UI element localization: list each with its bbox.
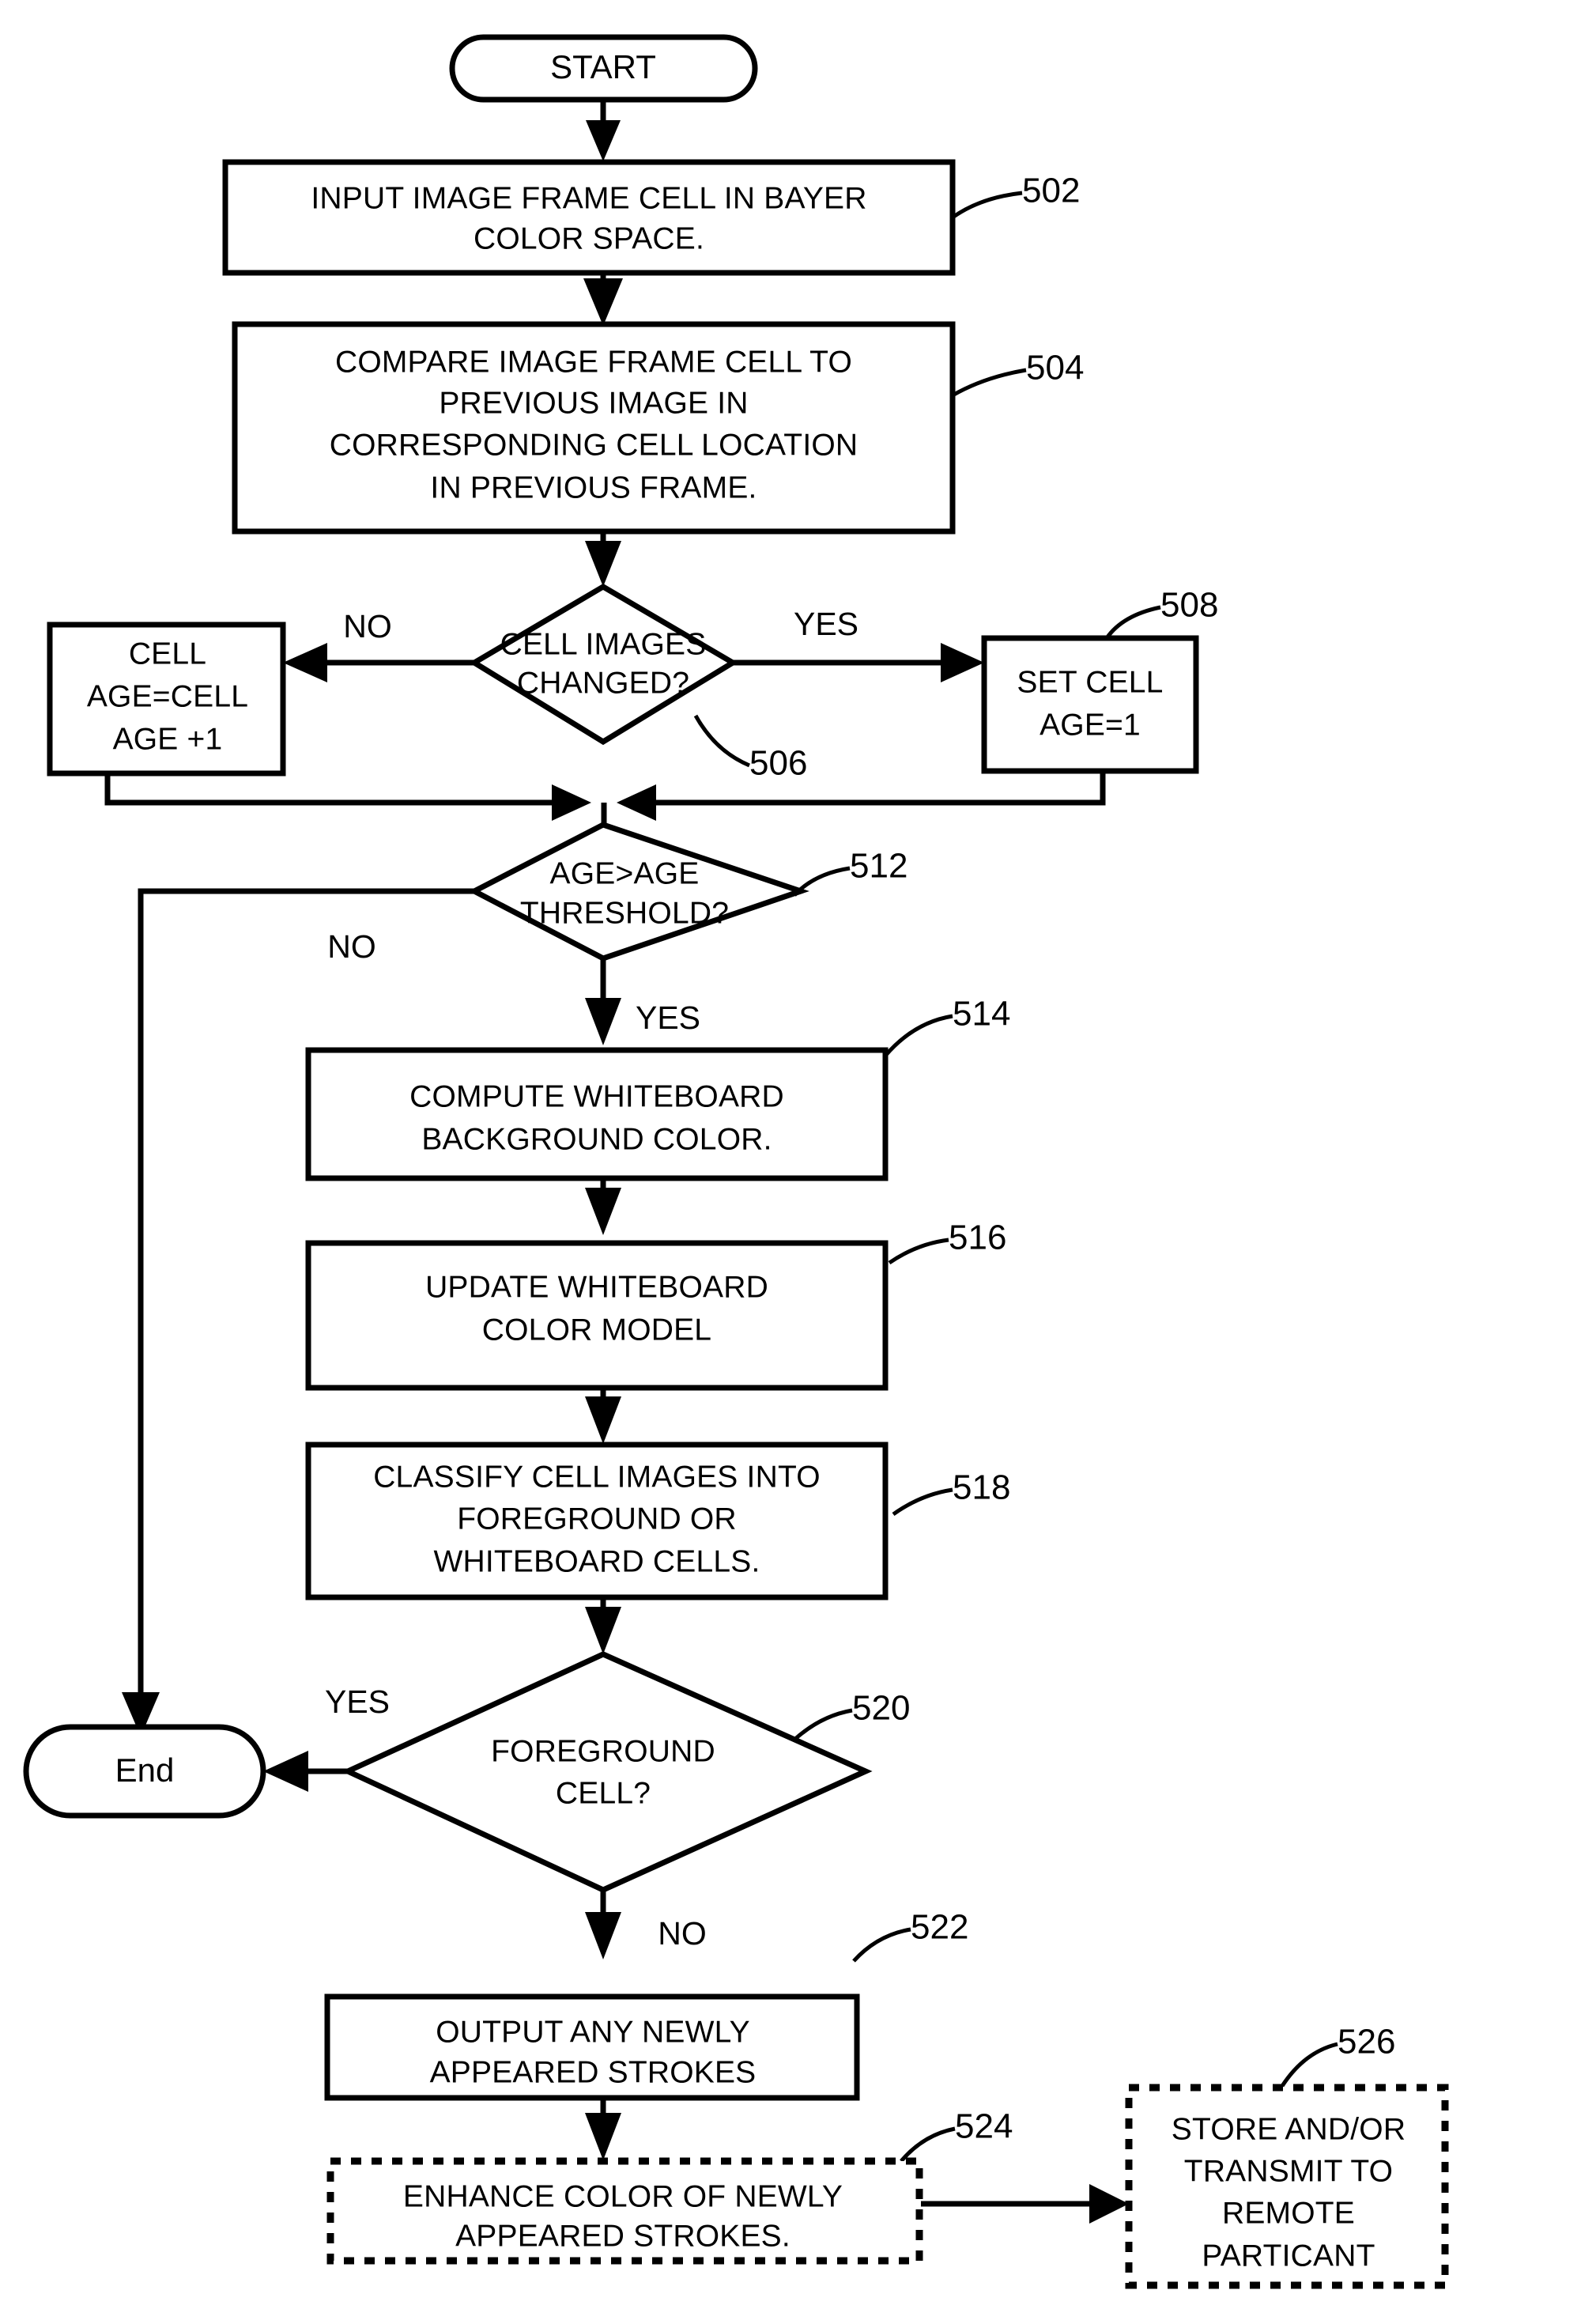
ref-504: 504 — [1026, 349, 1084, 387]
node-522-line1: OUTPUT ANY NEWLY — [436, 2015, 750, 2049]
node-506-line2: CHANGED? — [517, 666, 689, 700]
ref-526: 526 — [1338, 2023, 1395, 2061]
start-label: START — [550, 48, 656, 85]
node-512-line1: AGE>AGE — [550, 856, 700, 890]
ref-518: 518 — [953, 1468, 1010, 1507]
ref-514: 514 — [953, 995, 1010, 1034]
node-502-line2: COLOR SPACE. — [474, 221, 704, 255]
connector-506-no-to-cellage — [283, 643, 474, 682]
node-514-shape — [305, 1047, 889, 1181]
leader-508 — [1104, 605, 1161, 640]
node-504-line1: COMPARE IMAGE FRAME CELL TO — [335, 345, 852, 379]
branch-label-512-yes: YES — [636, 1000, 700, 1036]
ref-524: 524 — [955, 2107, 1013, 2146]
node-516-line1: UPDATE WHITEBOARD — [425, 1270, 768, 1304]
node-514-line2: BACKGROUND COLOR. — [421, 1122, 772, 1156]
node-520-line2: CELL? — [556, 1776, 651, 1810]
branch-label-506-no: NO — [343, 608, 392, 644]
leader-520 — [793, 1708, 853, 1741]
ref-502: 502 — [1022, 172, 1080, 210]
branch-label-520-no: NO — [658, 1915, 707, 1952]
node-504-line3: CORRESPONDING CELL LOCATION — [330, 428, 858, 462]
ref-520: 520 — [852, 1689, 910, 1728]
connector-518-to-520 — [585, 1597, 621, 1654]
node-502-shape — [222, 159, 956, 276]
node-502-line1: INPUT IMAGE FRAME CELL IN BAYER — [311, 181, 866, 215]
node-512-shape — [468, 822, 809, 962]
node-508-line2: AGE=1 — [1040, 708, 1141, 742]
node-504: COMPARE IMAGE FRAME CELL TO PREVIOUS IMA… — [232, 321, 1084, 535]
node-522: OUTPUT ANY NEWLY APPEARED STROKES 522 — [324, 1908, 968, 2101]
node-512-line2: THRESHOLD? — [520, 896, 729, 930]
node-start: START — [449, 34, 758, 103]
connector-524-to-526 — [921, 2184, 1129, 2224]
connector-cellage-to-merge — [104, 773, 591, 821]
node-526-line2: TRANSMIT TO — [1184, 2154, 1393, 2188]
leader-524 — [900, 2126, 956, 2163]
node-506-line1: CELL IMAGES — [500, 627, 707, 661]
ref-512: 512 — [850, 847, 907, 886]
node-526: STORE AND/OR TRANSMIT TO REMOTE PARTICAN… — [1125, 2023, 1449, 2289]
node-512: AGE>AGE THRESHOLD? 512 — [468, 822, 907, 962]
branch-label-512-no: NO — [327, 928, 376, 965]
connector-504-to-506 — [585, 531, 621, 587]
connector-522-to-524 — [585, 2098, 621, 2160]
node-504-line2: PREVIOUS IMAGE IN — [439, 386, 748, 420]
connector-514-to-516 — [585, 1178, 621, 1235]
leader-518 — [892, 1487, 953, 1517]
branch-label-506-yes: YES — [794, 606, 858, 642]
node-end: End — [23, 1724, 266, 1819]
leader-516 — [888, 1238, 949, 1265]
node-508-shape — [981, 635, 1199, 774]
node-524-line1: ENHANCE COLOR OF NEWLY — [403, 2179, 843, 2213]
connector-start-to-502 — [586, 100, 621, 161]
node-518-line2: FOREGROUND OR — [457, 1502, 737, 1536]
node-cell-age-increment: CELL AGE=CELL AGE +1 — [47, 622, 286, 777]
node-514-line1: COMPUTE WHITEBOARD — [409, 1079, 784, 1113]
node-502: INPUT IMAGE FRAME CELL IN BAYER COLOR SP… — [222, 159, 1080, 276]
leader-526 — [1280, 2042, 1338, 2088]
node-504-line4: IN PREVIOUS FRAME. — [430, 470, 757, 504]
node-524-line2: APPEARED STROKES. — [455, 2219, 790, 2253]
leader-504 — [951, 368, 1027, 398]
flowchart-svg: START INPUT IMAGE FRAME CELL IN BAYER CO… — [23, 34, 1449, 2289]
node-518-line3: WHITEBOARD CELLS. — [434, 1544, 760, 1578]
node-526-line4: PARTICANT — [1202, 2239, 1375, 2273]
node-cell-age-line1: CELL — [129, 637, 206, 671]
node-516-line2: COLOR MODEL — [482, 1313, 711, 1347]
connector-502-to-504 — [583, 273, 623, 326]
ref-508: 508 — [1160, 586, 1218, 625]
leader-522 — [852, 1927, 911, 1963]
node-522-line2: APPEARED STROKES — [430, 2055, 757, 2089]
ref-516: 516 — [949, 1219, 1006, 1257]
node-518: CLASSIFY CELL IMAGES INTO FOREGROUND OR … — [305, 1442, 1010, 1600]
node-508-line1: SET CELL — [1017, 665, 1163, 699]
node-526-line3: REMOTE — [1222, 2196, 1355, 2230]
node-518-line1: CLASSIFY CELL IMAGES INTO — [373, 1460, 821, 1494]
node-516: UPDATE WHITEBOARD COLOR MODEL 516 — [305, 1219, 1006, 1391]
node-506: CELL IMAGES CHANGED? 506 — [469, 583, 807, 783]
ref-522: 522 — [911, 1908, 968, 1947]
node-526-line1: STORE AND/OR — [1172, 2112, 1406, 2146]
node-520-line1: FOREGROUND — [491, 1734, 715, 1768]
connector-512-yes-to-514 — [585, 957, 621, 1045]
node-520-shape — [341, 1651, 873, 1893]
ref-506: 506 — [749, 744, 807, 783]
connector-516-to-518 — [585, 1388, 621, 1444]
node-cell-age-line2: AGE=CELL — [87, 679, 248, 713]
node-524: ENHANCE COLOR OF NEWLY APPEARED STROKES.… — [326, 2107, 1013, 2265]
connector-506-yes-to-508 — [733, 643, 984, 682]
node-506-shape — [469, 583, 738, 746]
connector-520-no-to-522 — [585, 1890, 621, 1959]
node-cell-age-line3: AGE +1 — [113, 722, 223, 756]
branch-label-520-yes: YES — [325, 1683, 390, 1720]
node-508: SET CELL AGE=1 508 — [981, 586, 1218, 774]
flowchart-canvas: START INPUT IMAGE FRAME CELL IN BAYER CO… — [0, 0, 1581, 2324]
connector-508-to-merge — [617, 771, 1106, 821]
node-520: FOREGROUND CELL? 520 — [341, 1651, 910, 1893]
leader-502 — [951, 191, 1023, 220]
end-label: End — [115, 1752, 175, 1789]
leader-506 — [693, 714, 750, 768]
leader-514 — [884, 1014, 953, 1057]
